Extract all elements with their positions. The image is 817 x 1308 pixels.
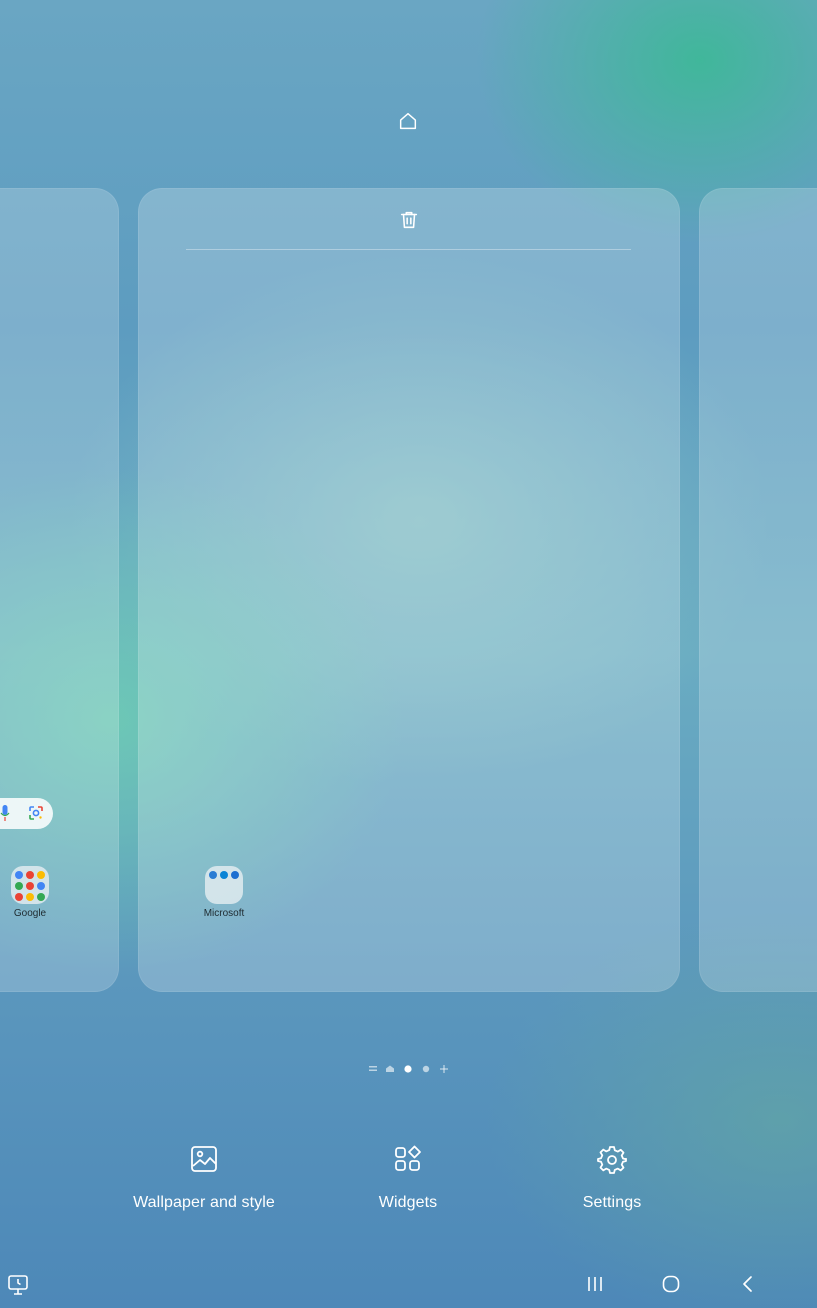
display-icon[interactable]	[7, 1274, 29, 1296]
folder-icon	[11, 866, 49, 904]
recents-icon[interactable]	[584, 1272, 606, 1296]
page-preview-right[interactable]	[699, 188, 817, 992]
folder-google[interactable]: Google	[0, 866, 60, 919]
folder-label: Microsoft	[203, 908, 245, 919]
widgets-button[interactable]: Widgets	[352, 1140, 464, 1220]
settings-button[interactable]: Settings	[560, 1140, 664, 1220]
trash-icon[interactable]	[398, 208, 420, 232]
folder-microsoft[interactable]: Microsoft	[194, 866, 254, 919]
page-indicator-dot	[440, 1065, 448, 1073]
wallpaper-and-style-button[interactable]: Wallpaper and style	[124, 1140, 284, 1220]
page-divider	[186, 249, 631, 250]
widgets-icon	[395, 1145, 421, 1171]
widgets-label: Widgets	[378, 1194, 438, 1211]
page-indicator-dot	[369, 1066, 377, 1071]
google-search-widget[interactable]	[0, 798, 53, 829]
google-lens-icon[interactable]	[28, 805, 44, 821]
folder-label: Google	[13, 908, 47, 919]
house-outline-icon[interactable]	[397, 110, 419, 132]
microphone-icon[interactable]	[0, 805, 10, 822]
back-chevron-icon[interactable]	[737, 1272, 759, 1296]
folder-icon	[205, 866, 243, 904]
page-indicator-dot	[422, 1065, 430, 1073]
image-icon	[191, 1146, 217, 1172]
settings-label: Settings	[582, 1194, 642, 1211]
navigation-bar	[0, 1266, 817, 1302]
page-indicator[interactable]	[366, 1063, 456, 1075]
home-screen-edit-mode: Google Microsoft Wallpaper and style Wid…	[0, 0, 817, 1308]
gear-icon	[597, 1146, 627, 1174]
home-circle-icon[interactable]	[660, 1272, 682, 1296]
wallpaper-and-style-label: Wallpaper and style	[133, 1194, 275, 1211]
page-indicator-dot	[404, 1065, 412, 1073]
page-indicator-dot	[386, 1065, 394, 1072]
